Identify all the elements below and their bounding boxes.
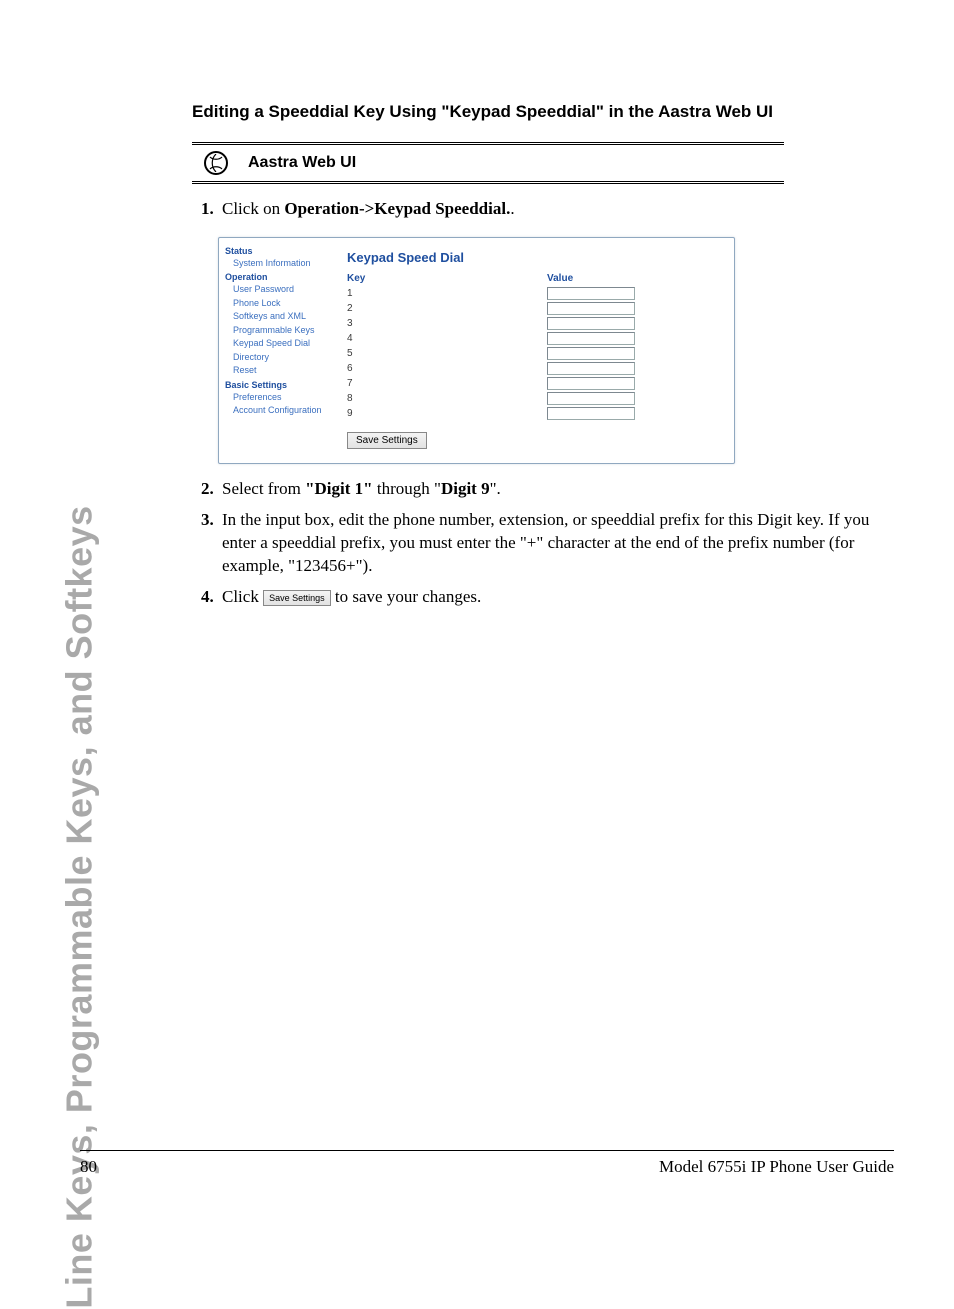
ss-row: 7 [347, 377, 724, 390]
book-title: Model 6755i IP Phone User Guide [659, 1157, 894, 1177]
ss-input-8[interactable] [547, 392, 635, 405]
ss-nav: Status System Information Operation User… [219, 238, 337, 463]
ss-row: 9 [347, 407, 724, 420]
ss-row: 1 [347, 287, 724, 300]
globe-icon [204, 151, 228, 175]
ss-input-5[interactable] [547, 347, 635, 360]
nav-item-directory[interactable]: Directory [225, 351, 331, 365]
nav-item-system-information[interactable]: System Information [225, 257, 331, 271]
nav-item-programmable-keys[interactable]: Programmable Keys [225, 324, 331, 338]
section-title: Editing a Speeddial Key Using "Keypad Sp… [192, 102, 892, 122]
embedded-screenshot: Status System Information Operation User… [218, 237, 735, 464]
ss-input-3[interactable] [547, 317, 635, 330]
ss-row: 4 [347, 332, 724, 345]
nav-item-softkeys-xml[interactable]: Softkeys and XML [225, 310, 331, 324]
nav-item-account-config[interactable]: Account Configuration [225, 404, 331, 418]
ui-box-title: Aastra Web UI [248, 154, 356, 172]
step-4: Click Save Settings to save your changes… [218, 586, 892, 609]
page-footer: 80 Model 6755i IP Phone User Guide [80, 1150, 894, 1177]
side-tab-text: Line Keys, Programmable Keys, and Softke… [59, 505, 101, 1308]
ss-input-1[interactable] [547, 287, 635, 300]
ss-title: Keypad Speed Dial [347, 250, 724, 265]
nav-item-user-password[interactable]: User Password [225, 283, 331, 297]
page-content: Editing a Speeddial Key Using "Keypad Sp… [192, 102, 892, 617]
ui-box: Aastra Web UI [192, 142, 784, 184]
steps-top: Click on Operation->Keypad Speeddial.. [192, 198, 892, 221]
page-number: 80 [80, 1157, 97, 1177]
nav-operation-head: Operation [225, 272, 331, 282]
nav-item-reset[interactable]: Reset [225, 364, 331, 378]
nav-basic-head: Basic Settings [225, 380, 331, 390]
ss-row: 6 [347, 362, 724, 375]
steps-bottom: Select from "Digit 1" through "Digit 9".… [192, 478, 892, 609]
ss-main: Keypad Speed Dial Key Value 1 2 3 4 5 6 … [337, 238, 734, 463]
ss-row: 2 [347, 302, 724, 315]
step-2: Select from "Digit 1" through "Digit 9". [218, 478, 892, 501]
ss-input-6[interactable] [547, 362, 635, 375]
nav-item-phone-lock[interactable]: Phone Lock [225, 297, 331, 311]
nav-status-head: Status [225, 246, 331, 256]
step-3: In the input box, edit the phone number,… [218, 509, 892, 578]
ss-row: 3 [347, 317, 724, 330]
ss-input-2[interactable] [547, 302, 635, 315]
ss-row: 5 [347, 347, 724, 360]
nav-item-keypad-speed-dial[interactable]: Keypad Speed Dial [225, 337, 331, 351]
inline-save-settings-button[interactable]: Save Settings [263, 590, 331, 606]
ss-col-key: Key [347, 273, 547, 284]
side-tab: Line Keys, Programmable Keys, and Softke… [52, 88, 108, 928]
ss-input-7[interactable] [547, 377, 635, 390]
ss-row: 8 [347, 392, 724, 405]
save-settings-button[interactable]: Save Settings [347, 432, 427, 449]
step-1: Click on Operation->Keypad Speeddial.. [218, 198, 892, 221]
ss-table-head: Key Value [347, 273, 724, 284]
ss-col-value: Value [547, 273, 573, 284]
ss-input-4[interactable] [547, 332, 635, 345]
ss-input-9[interactable] [547, 407, 635, 420]
nav-item-preferences[interactable]: Preferences [225, 391, 331, 405]
